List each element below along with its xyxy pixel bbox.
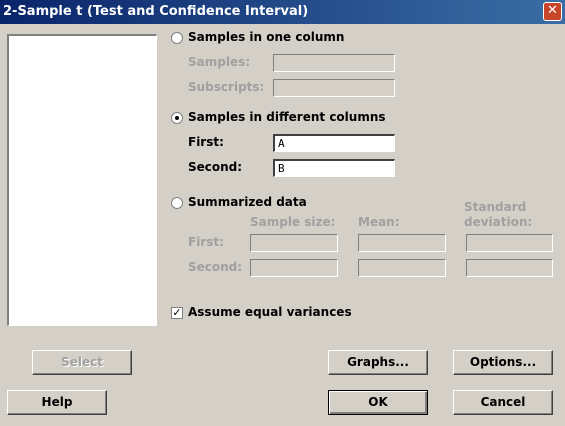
samples-field: [273, 54, 395, 72]
std-dev-header-2: deviation:: [464, 215, 533, 229]
mean-header: Mean:: [358, 215, 400, 229]
radio-different-columns-label: Samples in different columns: [188, 110, 386, 124]
first-column-input[interactable]: A: [273, 134, 395, 152]
second-label: Second:: [188, 160, 243, 174]
summarized-first-label: First:: [188, 235, 224, 249]
second-column-input[interactable]: B: [273, 159, 395, 177]
second-size-field: [250, 259, 338, 277]
radio-summarized-label: Summarized data: [188, 195, 307, 209]
second-mean-field: [358, 259, 446, 277]
title-bar: 2-Sample t (Test and Confidence Interval…: [0, 0, 565, 24]
cancel-button[interactable]: Cancel: [453, 390, 553, 415]
second-sd-field: [466, 259, 553, 277]
subscripts-field: [273, 79, 395, 97]
radio-summarized[interactable]: [171, 197, 183, 209]
first-label: First:: [188, 135, 224, 149]
summarized-second-label: Second:: [188, 260, 243, 274]
first-sd-field: [466, 234, 553, 252]
sample-size-header: Sample size:: [250, 215, 336, 229]
graphs-button[interactable]: Graphs...: [328, 350, 428, 375]
help-button[interactable]: Help: [7, 390, 107, 415]
first-mean-field: [358, 234, 446, 252]
radio-one-column-label: Samples in one column: [188, 30, 345, 44]
ok-button[interactable]: OK: [328, 390, 428, 415]
radio-different-columns[interactable]: [171, 112, 183, 124]
window-title: 2-Sample t (Test and Confidence Interval…: [3, 4, 309, 19]
select-button[interactable]: Select: [32, 350, 132, 375]
equal-variances-checkbox[interactable]: ✓: [171, 307, 183, 319]
radio-one-column[interactable]: [171, 32, 183, 44]
equal-variances-label: Assume equal variances: [188, 305, 352, 319]
options-button[interactable]: Options...: [453, 350, 553, 375]
samples-label: Samples:: [188, 55, 251, 69]
close-icon[interactable]: ✕: [543, 2, 562, 21]
subscripts-label: Subscripts:: [188, 80, 265, 94]
first-size-field: [250, 234, 338, 252]
dialog-window: 2-Sample t (Test and Confidence Interval…: [0, 0, 565, 426]
variable-listbox[interactable]: [7, 34, 157, 326]
std-dev-header-1: Standard: [464, 200, 527, 214]
